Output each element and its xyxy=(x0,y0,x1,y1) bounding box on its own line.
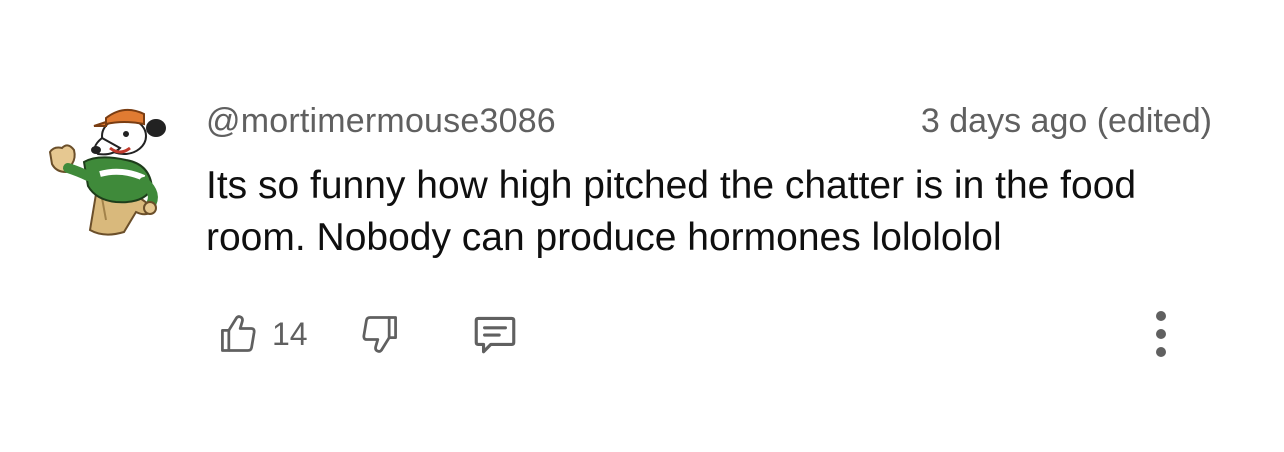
comment-action-bar: 14 xyxy=(206,306,1206,362)
thumbs-down-icon xyxy=(362,316,397,353)
reply-button[interactable] xyxy=(470,306,520,362)
more-vertical-icon xyxy=(1156,311,1166,357)
comment-timestamp[interactable]: 3 days ago (edited) xyxy=(921,102,1212,141)
like-button[interactable]: 14 xyxy=(216,306,308,362)
like-count: 14 xyxy=(272,315,308,352)
avatar[interactable] xyxy=(40,102,166,244)
thumbs-up-icon xyxy=(221,315,256,352)
more-options-button[interactable] xyxy=(1146,304,1176,364)
comment-thread-item: @mortimermouse3086 3 days ago (edited) I… xyxy=(0,0,1284,452)
comment-header: @mortimermouse3086 3 days ago (edited) xyxy=(206,100,1212,144)
reply-comment-icon xyxy=(474,316,516,354)
comment-text: Its so funny how high pitched the chatte… xyxy=(206,164,1137,259)
author-name[interactable]: @mortimermouse3086 xyxy=(206,102,556,141)
cartoon-mouse-avatar-icon xyxy=(48,108,166,236)
dislike-button[interactable] xyxy=(358,306,402,362)
